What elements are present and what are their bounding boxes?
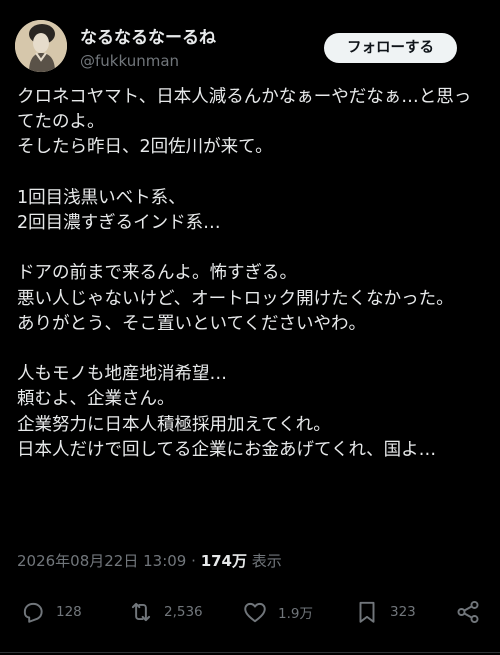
bookmark-button[interactable]: 323: [354, 590, 416, 634]
reply-icon: [23, 602, 43, 623]
share-button[interactable]: [455, 590, 481, 634]
avatar-portrait-icon: [15, 20, 67, 72]
action-bar: 128 2,536 1.9万 323: [0, 590, 500, 634]
like-count: 1.9万: [278, 606, 313, 622]
views-label: 表示: [251, 552, 282, 570]
meta-separator: ·: [191, 552, 196, 570]
follow-button[interactable]: フォローする: [324, 33, 457, 63]
like-button[interactable]: 1.9万: [242, 590, 313, 634]
bookmark-icon: [359, 601, 375, 623]
user-handle[interactable]: @fukkunman: [80, 52, 179, 70]
tweet-header: なるなるなーるね @fukkunman フォローする: [0, 0, 500, 90]
reply-button[interactable]: 128: [20, 590, 82, 634]
reply-count: 128: [56, 604, 82, 620]
share-icon: [457, 600, 479, 624]
tweet-text: クロネコヤマト、日本人減るんかなぁーやだなぁ…と思ってたのよ。 そしたら昨日、2…: [17, 87, 472, 460]
timestamp[interactable]: 2026年08月22日 13:09: [17, 552, 186, 570]
views-count: 174万: [200, 552, 247, 570]
bottom-divider: [0, 652, 500, 653]
repost-count: 2,536: [164, 604, 203, 620]
repost-icon: [131, 602, 151, 622]
avatar[interactable]: [15, 20, 67, 72]
bookmark-count: 323: [390, 604, 416, 620]
heart-icon: [244, 602, 266, 623]
repost-button[interactable]: 2,536: [128, 590, 203, 634]
tweet-meta: 2026年08月22日 13:09 · 174万 表示: [17, 550, 282, 571]
display-name[interactable]: なるなるなーるね: [80, 23, 216, 48]
